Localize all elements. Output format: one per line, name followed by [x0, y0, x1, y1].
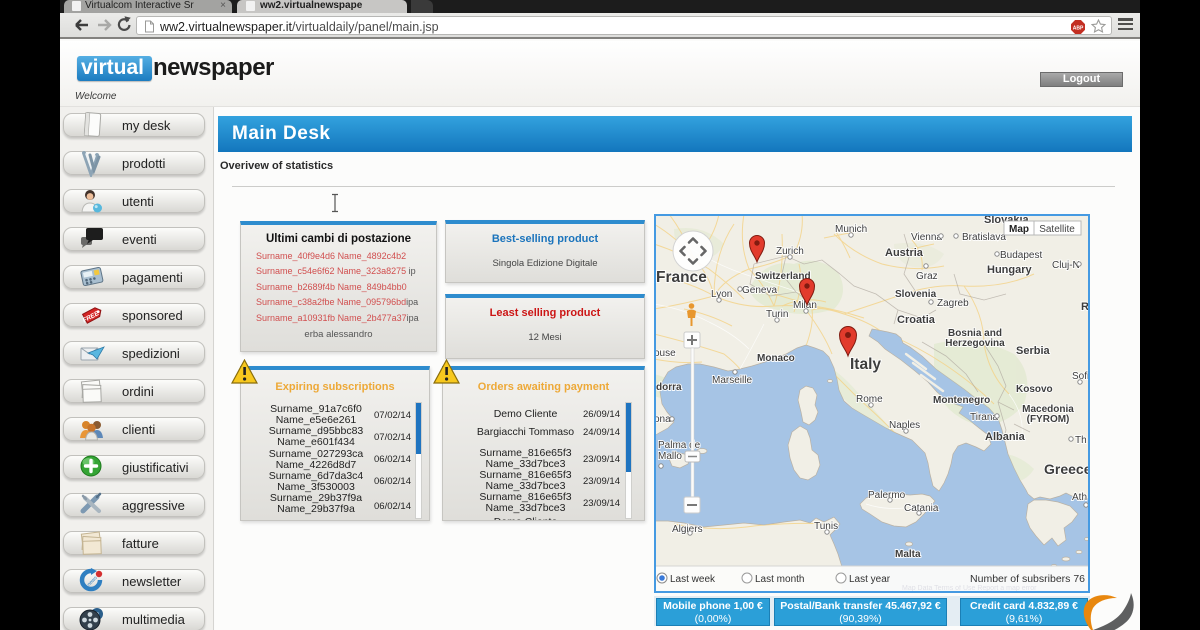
svg-text:Last month: Last month: [755, 574, 804, 585]
svg-text:(FYROM): (FYROM): [1027, 414, 1070, 425]
svg-text:Number of subsribers 76: Number of subsribers 76: [970, 573, 1085, 585]
svg-text:Greece: Greece: [1044, 461, 1090, 477]
svg-text:Marseille: Marseille: [712, 375, 752, 386]
svg-text:Satellite: Satellite: [1039, 224, 1075, 235]
svg-text:Croatia: Croatia: [897, 314, 936, 326]
svg-text:France: France: [656, 269, 707, 286]
svg-text:Graz: Graz: [916, 271, 938, 282]
svg-text:Palma de: Palma de: [658, 440, 701, 451]
svg-text:Zagreb: Zagreb: [937, 298, 969, 309]
svg-text:Budapest: Budapest: [1000, 250, 1042, 261]
svg-text:dorra: dorra: [656, 382, 682, 393]
svg-text:Map Data Terms of Use Re: Map Data Terms of Use Report a map error: [902, 585, 1037, 592]
svg-text:Malta: Malta: [895, 549, 921, 560]
svg-text:Vienna: Vienna: [911, 232, 942, 243]
svg-text:Serbia: Serbia: [1016, 345, 1051, 357]
svg-text:Ath: Ath: [1072, 492, 1087, 503]
svg-text:Geneva: Geneva: [742, 285, 777, 296]
svg-text:ouse: ouse: [654, 348, 676, 359]
svg-text:ona: ona: [654, 414, 671, 425]
svg-text:Monaco: Monaco: [757, 353, 795, 364]
svg-text:Herzegovina: Herzegovina: [945, 338, 1005, 349]
svg-text:Tirana: Tirana: [970, 412, 998, 423]
svg-text:Italy: Italy: [850, 356, 881, 373]
svg-text:Hungary: Hungary: [987, 264, 1033, 276]
svg-text:Montenegro: Montenegro: [933, 395, 990, 406]
svg-text:Last week: Last week: [670, 574, 716, 585]
svg-text:Austria: Austria: [885, 247, 924, 259]
svg-text:ABP: ABP: [1073, 25, 1084, 31]
svg-text:Slovenia: Slovenia: [895, 289, 937, 300]
svg-text:Th: Th: [1075, 435, 1087, 446]
svg-text:Palermo: Palermo: [868, 490, 906, 501]
svg-text:Lyon: Lyon: [711, 289, 732, 300]
svg-text:Bratislava: Bratislava: [962, 232, 1006, 243]
svg-text:Cluj-N: Cluj-N: [1052, 260, 1080, 271]
svg-text:Map: Map: [1009, 224, 1029, 235]
svg-text:Mallo: Mallo: [658, 451, 682, 462]
svg-text:Algiers: Algiers: [672, 524, 703, 535]
svg-text:R: R: [1081, 301, 1089, 313]
svg-text:Kosovo: Kosovo: [1016, 384, 1053, 395]
svg-text:Last year: Last year: [849, 574, 891, 585]
svg-text:Albania: Albania: [985, 431, 1026, 443]
